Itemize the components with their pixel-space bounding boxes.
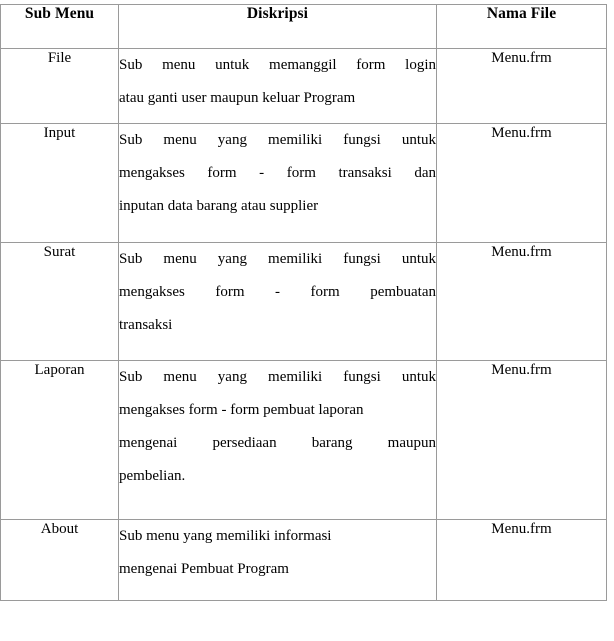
diskripsi-line: mengakses form - form transaksi dan	[119, 165, 436, 181]
cell-sub-menu: File	[0, 48, 119, 124]
column-header-diskripsi: Diskripsi	[118, 4, 437, 49]
diskripsi-line: pembelian.	[119, 468, 186, 484]
document-page: Sub Menu Diskripsi Nama File File Sub me…	[0, 0, 614, 641]
diskripsi-line: Sub menu yang memiliki informasi	[119, 528, 332, 544]
diskripsi-line: Sub menu yang memiliki fungsi untuk	[119, 132, 436, 148]
diskripsi-line: atau ganti user maupun keluar Program	[119, 90, 356, 106]
cell-nama-file: Menu.frm	[436, 242, 607, 361]
cell-diskripsi: Sub menu untuk memanggil form login atau…	[118, 48, 437, 124]
diskripsi-line: inputan data barang atau supplier	[119, 198, 319, 214]
table-header-row: Sub Menu Diskripsi Nama File	[0, 4, 607, 49]
diskripsi-line: mengenai Pembuat Program	[119, 561, 289, 577]
cell-nama-file: Menu.frm	[436, 360, 607, 520]
diskripsi-line: mengakses form - form pembuatan	[119, 284, 436, 300]
table-row: Input Sub menu yang memiliki fungsi untu…	[0, 123, 607, 243]
table-body: File Sub menu untuk memanggil form login…	[0, 48, 607, 601]
cell-nama-file: Menu.frm	[436, 123, 607, 243]
cell-sub-menu: Laporan	[0, 360, 119, 520]
column-header-sub-menu: Sub Menu	[0, 4, 119, 49]
cell-nama-file: Menu.frm	[436, 519, 607, 601]
table-row: Surat Sub menu yang memiliki fungsi untu…	[0, 242, 607, 361]
cell-sub-menu: Surat	[0, 242, 119, 361]
table-row: File Sub menu untuk memanggil form login…	[0, 48, 607, 124]
cell-diskripsi: Sub menu yang memiliki fungsi untuk meng…	[118, 123, 437, 243]
cell-sub-menu: About	[0, 519, 119, 601]
table-row: About Sub menu yang memiliki informasi m…	[0, 519, 607, 601]
diskripsi-line: Sub menu yang memiliki fungsi untuk	[119, 369, 436, 385]
cell-diskripsi: Sub menu yang memiliki fungsi untuk meng…	[118, 360, 437, 520]
cell-sub-menu: Input	[0, 123, 119, 243]
cell-diskripsi: Sub menu yang memiliki informasi mengena…	[118, 519, 437, 601]
diskripsi-line: Sub menu yang memiliki fungsi untuk	[119, 251, 436, 267]
column-header-nama-file: Nama File	[436, 4, 607, 49]
table-header: Sub Menu Diskripsi Nama File	[0, 4, 607, 49]
cell-diskripsi: Sub menu yang memiliki fungsi untuk meng…	[118, 242, 437, 361]
diskripsi-line: mengenai persediaan barang maupun	[119, 435, 436, 451]
table-row: Laporan Sub menu yang memiliki fungsi un…	[0, 360, 607, 520]
cell-nama-file: Menu.frm	[436, 48, 607, 124]
diskripsi-line: mengakses form - form pembuat laporan	[119, 402, 364, 418]
diskripsi-line: transaksi	[119, 317, 173, 333]
diskripsi-line: Sub menu untuk memanggil form login	[119, 57, 436, 73]
sub-menu-description-table: Sub Menu Diskripsi Nama File File Sub me…	[0, 4, 607, 601]
